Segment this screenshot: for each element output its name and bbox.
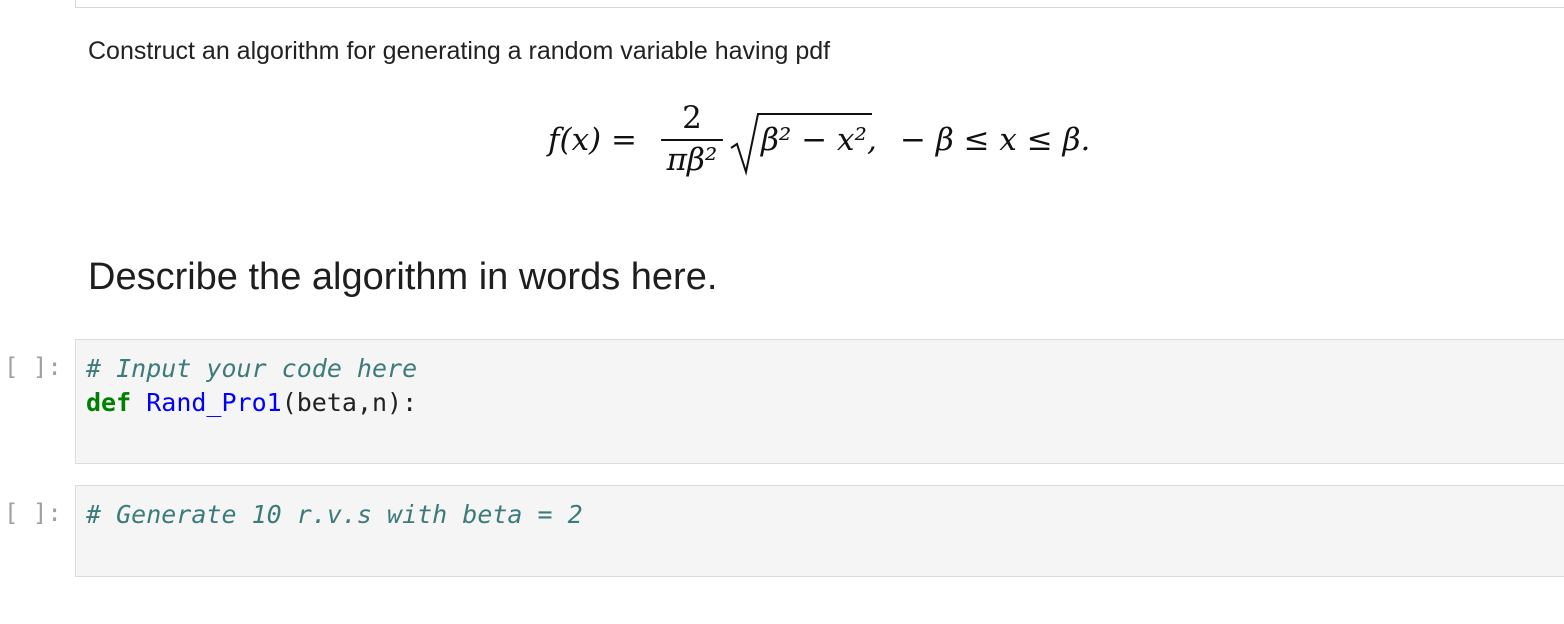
formula-numerator: 2: [682, 100, 702, 136]
code-function-args: (beta,n):: [281, 388, 418, 417]
cell-prompt: [ ]:: [4, 353, 62, 381]
code-cell-generate[interactable]: # Generate 10 r.v.s with beta = 2: [75, 485, 1564, 577]
markdown-intro-text: Construct an algorithm for generating a …: [88, 37, 831, 65]
code-cell-input[interactable]: # Input your code here def Rand_Pro1(bet…: [75, 339, 1564, 464]
formula-denominator: πβ²: [666, 142, 718, 178]
previous-cell-bottom-edge: [75, 0, 1564, 8]
code-line-comment: # Generate 10 r.v.s with beta = 2: [86, 500, 583, 529]
formula-radicand: β² − x²,: [761, 122, 877, 158]
code-comment: # Input your code here: [86, 354, 418, 383]
cell-prompt: [ ]:: [4, 499, 62, 527]
code-keyword-def: def: [86, 388, 132, 417]
code-line-def: def Rand_Pro1(beta,n):: [86, 388, 417, 417]
formula-lhs: f(x) =: [548, 122, 637, 158]
formula-domain: − β ≤ x ≤ β.: [900, 122, 1091, 158]
fraction-bar: [661, 139, 723, 141]
code-line-comment: # Input your code here: [86, 354, 417, 383]
markdown-heading: Describe the algorithm in words here.: [88, 256, 718, 298]
code-function-name: Rand_Pro1: [146, 388, 282, 417]
code-comment: # Generate 10 r.v.s with beta = 2: [86, 500, 583, 529]
